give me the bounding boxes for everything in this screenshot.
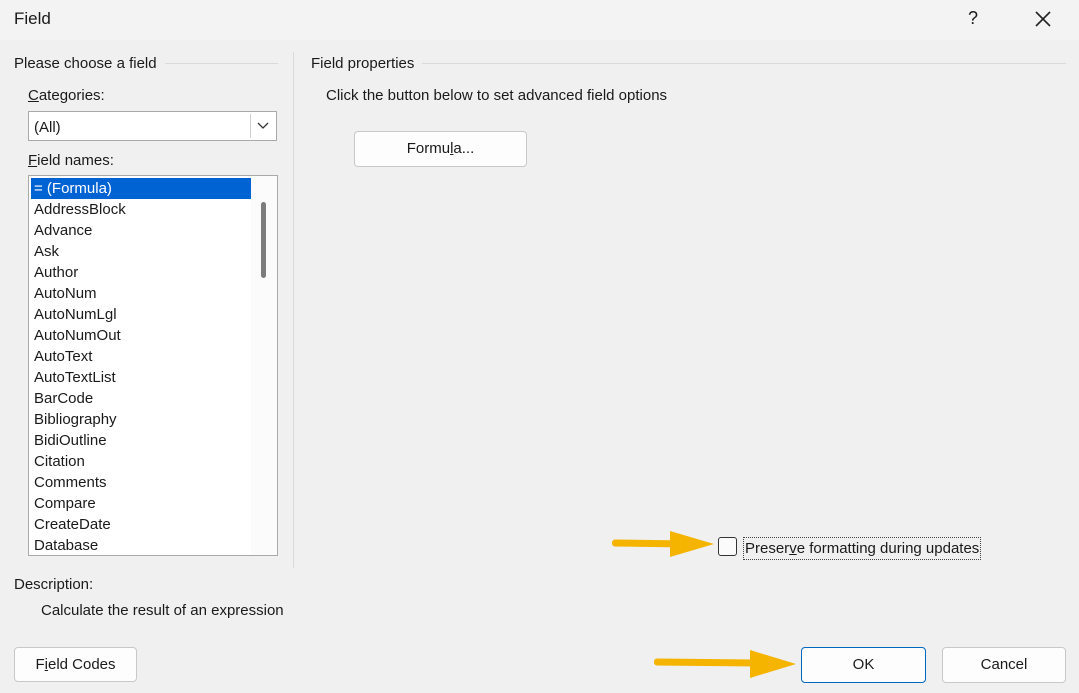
ok-button[interactable]: OK	[801, 647, 926, 683]
right-group-title: Field properties	[311, 55, 423, 72]
description-label: Description:	[14, 576, 94, 593]
categories-dropdown-button[interactable]	[250, 114, 274, 138]
list-item[interactable]: CreateDate	[31, 514, 251, 535]
scrollbar-thumb[interactable]	[261, 202, 266, 278]
list-item[interactable]: Citation	[31, 451, 251, 472]
left-group-title: Please choose a field	[14, 55, 165, 72]
formula-button[interactable]: Formula...	[354, 131, 527, 167]
description-text: Calculate the result of an expression	[41, 602, 284, 619]
dialog-title: Field	[14, 9, 51, 28]
close-icon	[1035, 11, 1051, 27]
title-bar: Field ?	[0, 0, 1079, 40]
list-item[interactable]: Ask	[31, 241, 251, 262]
annotation-arrow-icon	[670, 531, 714, 557]
annotation-arrow-icon	[750, 650, 796, 678]
help-button[interactable]: ?	[962, 8, 984, 29]
categories-label: Categories:	[28, 87, 105, 104]
list-item[interactable]: Bibliography	[31, 409, 251, 430]
chevron-down-icon	[257, 122, 269, 129]
list-item[interactable]: AutoText	[31, 346, 251, 367]
field-names-listbox[interactable]: = (Formula) AddressBlock Advance Ask Author A…	[28, 175, 278, 556]
list-item[interactable]: AutoNumOut	[31, 325, 251, 346]
list-item[interactable]: AutoNum	[31, 283, 251, 304]
list-item[interactable]: BidiOutline	[31, 430, 251, 451]
preserve-formatting-checkbox[interactable]	[718, 537, 737, 556]
field-names-list: = (Formula) AddressBlock Advance Ask Author A…	[31, 178, 251, 555]
list-item[interactable]: Author	[31, 262, 251, 283]
list-item[interactable]: AddressBlock	[31, 199, 251, 220]
field-codes-button[interactable]: Field Codes	[14, 647, 137, 682]
list-item[interactable]: Comments	[31, 472, 251, 493]
list-item[interactable]: Compare	[31, 493, 251, 514]
field-names-scrollbar[interactable]	[251, 176, 277, 555]
close-button[interactable]	[1031, 6, 1055, 32]
list-item[interactable]: AutoNumLgl	[31, 304, 251, 325]
list-item[interactable]: BarCode	[31, 388, 251, 409]
group-divider	[293, 52, 294, 568]
cancel-button[interactable]: Cancel	[942, 647, 1066, 683]
list-item[interactable]: Advance	[31, 220, 251, 241]
field-options-instruction: Click the button below to set advanced f…	[326, 87, 668, 104]
categories-value: (All)	[34, 119, 61, 136]
field-names-label: Field names:	[28, 152, 114, 169]
right-group-border	[311, 63, 1066, 64]
list-item[interactable]: AutoTextList	[31, 367, 251, 388]
categories-combobox[interactable]: (All)	[28, 111, 277, 141]
list-item[interactable]: = (Formula)	[31, 178, 251, 199]
annotation-arrow-shaft	[653, 658, 759, 667]
preserve-formatting-label[interactable]: Preserve formatting during updates	[743, 537, 982, 560]
list-item[interactable]: Database	[31, 535, 251, 555]
